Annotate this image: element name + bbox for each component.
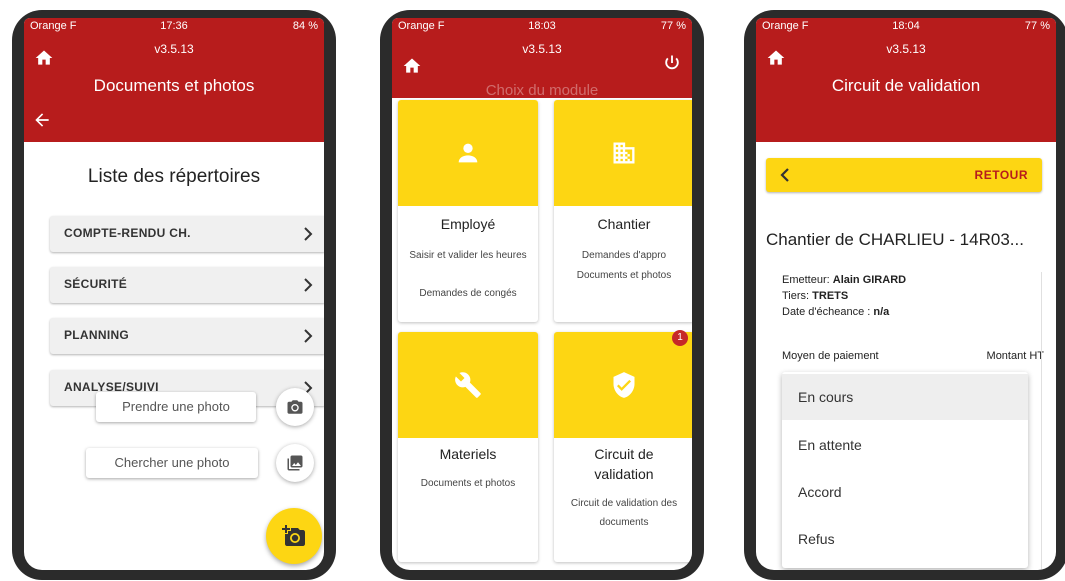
directory-label: PLANNING [64, 328, 130, 342]
module-card-circuit-validation[interactable]: Circuit de validation Circuit de validat… [554, 332, 692, 562]
card-desc: Circuit de validation des documents [570, 498, 678, 528]
battery: 77 % [660, 20, 686, 32]
search-photo-label[interactable]: Chercher une photo [86, 448, 258, 478]
tiers-label: Tiers: [782, 290, 810, 302]
arrow-left-icon[interactable] [32, 110, 52, 130]
chantier-title: Chantier de CHARLIEU - 14R03... [766, 230, 1024, 249]
status-bar: Orange F 18:04 77 % [756, 18, 1056, 36]
card-header [398, 100, 538, 206]
screen: Orange F 17:36 84 % v3.5.13 Documents et… [24, 18, 324, 570]
tiers-row: Tiers: TRETS [782, 288, 1044, 304]
verified-shield-icon [613, 372, 635, 398]
app-version: v3.5.13 [154, 42, 194, 56]
card-header [554, 100, 692, 206]
battery: 77 % [1024, 20, 1050, 32]
notification-badge: 1 [672, 330, 688, 346]
add-photo-button[interactable] [266, 508, 322, 564]
phone-documents-photos: Orange F 17:36 84 % v3.5.13 Documents et… [12, 10, 336, 580]
directory-item[interactable]: COMPTE-RENDU CH. [50, 216, 324, 252]
card-desc: Documents et photos [420, 478, 516, 489]
page-title: Documents et photos [93, 76, 255, 95]
card-desc: Saisir et valider les heures [409, 250, 527, 261]
status-option[interactable]: En cours [782, 374, 1028, 420]
clock: 18:04 [892, 20, 920, 32]
card-title: Chantier [597, 216, 651, 232]
take-photo-label[interactable]: Prendre une photo [96, 392, 256, 422]
take-photo-button[interactable] [276, 388, 314, 426]
photo-library-icon [287, 455, 303, 471]
emetteur-row: Emetteur: Alain GIRARD [782, 272, 1044, 288]
card-header [554, 332, 692, 438]
emetteur-label: Emetteur: [782, 274, 830, 286]
chevron-left-icon [780, 168, 789, 182]
home-icon[interactable] [34, 48, 54, 68]
card-desc: Demandes de congés [419, 288, 517, 299]
battery: 84 % [292, 20, 318, 32]
phone-circuit-validation: Orange F 18:04 77 % v3.5.13 Circuit de v… [744, 10, 1065, 580]
app-version: v3.5.13 [522, 42, 562, 56]
status-option[interactable]: En attente [782, 422, 1028, 468]
home-icon[interactable] [402, 56, 422, 76]
module-card-materiels[interactable]: Materiels Documents et photos [398, 332, 538, 562]
phone-module-choice: Orange F 18:03 77 % v3.5.13 Choix du mod… [380, 10, 704, 580]
chevron-right-icon [304, 278, 313, 292]
clock: 18:03 [528, 20, 556, 32]
echeance-label: Date d'écheance : [782, 306, 871, 318]
retour-button[interactable]: RETOUR [766, 158, 1042, 192]
directory-label: SÉCURITÉ [64, 277, 128, 291]
card-desc: Demandes d'appro [581, 250, 667, 261]
retour-label: RETOUR [974, 168, 1028, 182]
echeance-value: n/a [873, 306, 890, 318]
app-bar: Orange F 17:36 84 % v3.5.13 Documents et… [24, 18, 324, 142]
app-version: v3.5.13 [886, 42, 926, 56]
home-icon[interactable] [766, 48, 786, 68]
directory-label: COMPTE-RENDU CH. [64, 226, 191, 240]
wrench-icon [455, 372, 481, 398]
status-option[interactable]: Accord [782, 469, 1028, 515]
emetteur-value: Alain GIRARD [832, 274, 907, 286]
card-desc: Documents et photos [576, 270, 672, 281]
moyen-paiement-label: Moyen de paiement [782, 350, 879, 362]
document-details: Emetteur: Alain GIRARD Tiers: TRETS Date… [782, 272, 1044, 320]
person-icon [458, 143, 478, 163]
divider [1041, 272, 1042, 570]
tiers-value: TRETS [812, 290, 849, 302]
status-option[interactable]: Refus [782, 516, 1028, 562]
screen: Orange F 18:04 77 % v3.5.13 Circuit de v… [756, 18, 1056, 570]
echeance-row: Date d'écheance : n/a [782, 304, 1044, 320]
status-bar: Orange F 17:36 84 % [24, 18, 324, 36]
module-card-employe[interactable]: Employé Saisir et valider les heures Dem… [398, 100, 538, 322]
app-bar: Orange F 18:04 77 % v3.5.13 Circuit de v… [756, 18, 1056, 142]
building-icon [613, 142, 635, 164]
module-title: Choix du module [485, 82, 599, 99]
card-title: Circuit de validation [594, 446, 654, 482]
add-a-photo-icon [282, 525, 305, 546]
status-bar: Orange F 18:03 77 % [392, 18, 692, 36]
clock: 17:36 [160, 20, 188, 32]
card-title: Materiels [439, 446, 497, 462]
camera-icon [287, 400, 303, 414]
directory-item[interactable]: SÉCURITÉ [50, 267, 324, 303]
screen: Orange F 18:03 77 % v3.5.13 Choix du mod… [392, 18, 692, 570]
app-bar: Orange F 18:03 77 % v3.5.13 Choix du mod… [392, 18, 692, 99]
page-title: Circuit de validation [831, 76, 981, 95]
card-header [398, 332, 538, 438]
status-dropdown-menu[interactable]: En cours En attente Accord Refus [782, 372, 1028, 568]
module-card-chantier[interactable]: Chantier Demandes d'appro Documents et p… [554, 100, 692, 322]
search-photo-button[interactable] [276, 444, 314, 482]
card-title: Employé [440, 216, 496, 232]
power-icon[interactable] [662, 53, 682, 73]
chevron-right-icon [304, 329, 313, 343]
list-title: Liste des répertoires [87, 166, 261, 187]
montant-ht-label: Montant HT [986, 350, 1044, 362]
directory-item[interactable]: PLANNING [50, 318, 324, 354]
chevron-right-icon [304, 227, 313, 241]
